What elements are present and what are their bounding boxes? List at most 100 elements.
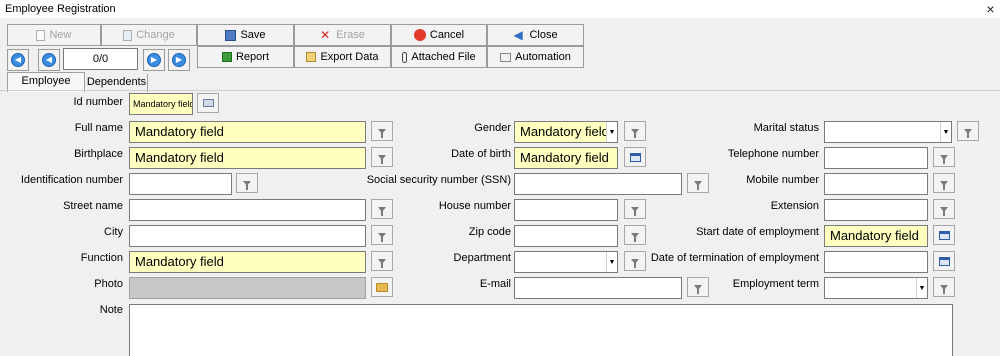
save-button[interactable]: Save	[197, 24, 294, 46]
zip-code-filter-button[interactable]	[624, 225, 646, 245]
automation-button[interactable]: Automation	[487, 46, 584, 68]
birthplace-filter-button[interactable]	[371, 147, 393, 167]
export-data-button-label: Export Data	[320, 51, 379, 63]
report-icon	[221, 52, 232, 62]
export-data-button[interactable]: Export Data	[294, 46, 391, 68]
id-number-field[interactable]: Mandatory field	[129, 93, 193, 115]
close-button[interactable]: ◀ Close	[487, 24, 584, 46]
filter-icon	[631, 128, 639, 138]
photo-browse-button[interactable]	[371, 277, 393, 297]
chevron-down-icon: ▼	[940, 122, 951, 142]
telephone-number-filter-button[interactable]	[933, 147, 955, 167]
gender-filter-button[interactable]	[624, 121, 646, 141]
department-select[interactable]: ▼	[514, 251, 618, 273]
function-label: Function	[80, 252, 123, 264]
telephone-number-field[interactable]	[824, 147, 928, 169]
filter-icon	[631, 232, 639, 242]
next-record-icon: ▶	[147, 53, 161, 67]
mobile-number-filter-button[interactable]	[933, 173, 955, 193]
zip-code-label: Zip code	[468, 226, 511, 238]
termination-date-field[interactable]	[824, 251, 928, 273]
report-button[interactable]: Report	[197, 46, 294, 68]
filter-icon	[378, 128, 386, 138]
previous-record-button[interactable]: ◀	[38, 49, 60, 71]
change-button[interactable]: Change	[101, 24, 197, 46]
street-name-field[interactable]	[129, 199, 366, 221]
date-of-birth-field[interactable]: Mandatory field	[514, 147, 618, 169]
id-number-lookup-button[interactable]	[197, 93, 219, 113]
employment-term-filter-button[interactable]	[933, 277, 955, 297]
filter-icon	[378, 258, 386, 268]
note-label: Note	[99, 304, 123, 316]
photo-label: Photo	[94, 278, 123, 290]
house-number-field[interactable]	[514, 199, 618, 221]
extension-filter-button[interactable]	[933, 199, 955, 219]
termination-date-calendar-button[interactable]	[933, 251, 955, 271]
termination-date-label: Date of termination of employment	[650, 252, 819, 264]
filter-icon	[631, 206, 639, 216]
attached-file-button[interactable]: Attached File	[391, 46, 487, 68]
last-record-button[interactable]: ▶	[168, 49, 190, 71]
function-filter-button[interactable]	[371, 251, 393, 271]
erase-button-label: Erase	[336, 29, 365, 41]
city-field[interactable]	[129, 225, 366, 247]
cancel-button[interactable]: Cancel	[391, 24, 487, 46]
marital-status-filter-button[interactable]	[957, 121, 979, 141]
full-name-filter-button[interactable]	[371, 121, 393, 141]
email-field[interactable]	[514, 277, 682, 299]
filter-icon	[378, 206, 386, 216]
change-button-label: Change	[136, 29, 175, 41]
tab-panel-border	[0, 90, 1000, 91]
marital-status-select[interactable]: ▼	[824, 121, 952, 143]
telephone-number-label: Telephone number	[727, 148, 819, 160]
previous-record-icon: ◀	[42, 53, 56, 67]
identification-number-filter-button[interactable]	[236, 173, 258, 193]
attached-file-button-label: Attached File	[411, 51, 476, 63]
zip-code-field[interactable]	[514, 225, 618, 247]
erase-button[interactable]: ✕ Erase	[294, 24, 391, 46]
next-record-button[interactable]: ▶	[143, 49, 165, 71]
filter-icon	[378, 154, 386, 164]
tab-employee[interactable]: Employee	[7, 72, 85, 92]
marital-status-label: Marital status	[753, 122, 819, 134]
house-number-filter-button[interactable]	[624, 199, 646, 219]
gender-select[interactable]: Mandatory field ▼	[514, 121, 618, 143]
ssn-filter-button[interactable]	[687, 173, 709, 193]
cancel-power-icon	[413, 29, 426, 41]
new-button[interactable]: New	[7, 24, 101, 46]
birthplace-field[interactable]: Mandatory field	[129, 147, 366, 169]
city-filter-button[interactable]	[371, 225, 393, 245]
identification-number-field[interactable]	[129, 173, 232, 195]
export-icon	[306, 52, 317, 62]
ssn-field[interactable]	[514, 173, 682, 195]
filter-icon	[243, 180, 251, 190]
employment-term-select[interactable]: ▼	[824, 277, 928, 299]
window-close-button[interactable]: ×	[981, 0, 1000, 18]
close-exit-icon: ◀	[513, 28, 523, 42]
mobile-number-field[interactable]	[824, 173, 928, 195]
email-filter-button[interactable]	[687, 277, 709, 297]
automation-button-label: Automation	[515, 51, 571, 63]
extension-label: Extension	[770, 200, 819, 212]
start-date-field[interactable]: Mandatory field	[824, 225, 928, 247]
street-name-filter-button[interactable]	[371, 199, 393, 219]
first-record-button[interactable]: ◀	[7, 49, 29, 71]
function-field[interactable]: Mandatory field	[129, 251, 366, 273]
date-of-birth-calendar-button[interactable]	[624, 147, 646, 167]
first-record-icon: ◀	[11, 53, 25, 67]
calendar-icon	[629, 152, 641, 162]
department-filter-button[interactable]	[624, 251, 646, 271]
start-date-calendar-button[interactable]	[933, 225, 955, 245]
extension-field[interactable]	[824, 199, 928, 221]
paperclip-icon	[402, 51, 408, 63]
chevron-down-icon: ▼	[606, 252, 617, 272]
change-icon	[123, 29, 133, 41]
department-label: Department	[453, 252, 511, 264]
street-name-label: Street name	[63, 200, 123, 212]
scanner-icon	[202, 99, 214, 107]
filter-icon	[940, 180, 948, 190]
note-textarea[interactable]	[129, 304, 953, 356]
new-document-icon	[36, 29, 46, 41]
full-name-field[interactable]: Mandatory field	[129, 121, 366, 143]
house-number-label: House number	[438, 200, 511, 212]
